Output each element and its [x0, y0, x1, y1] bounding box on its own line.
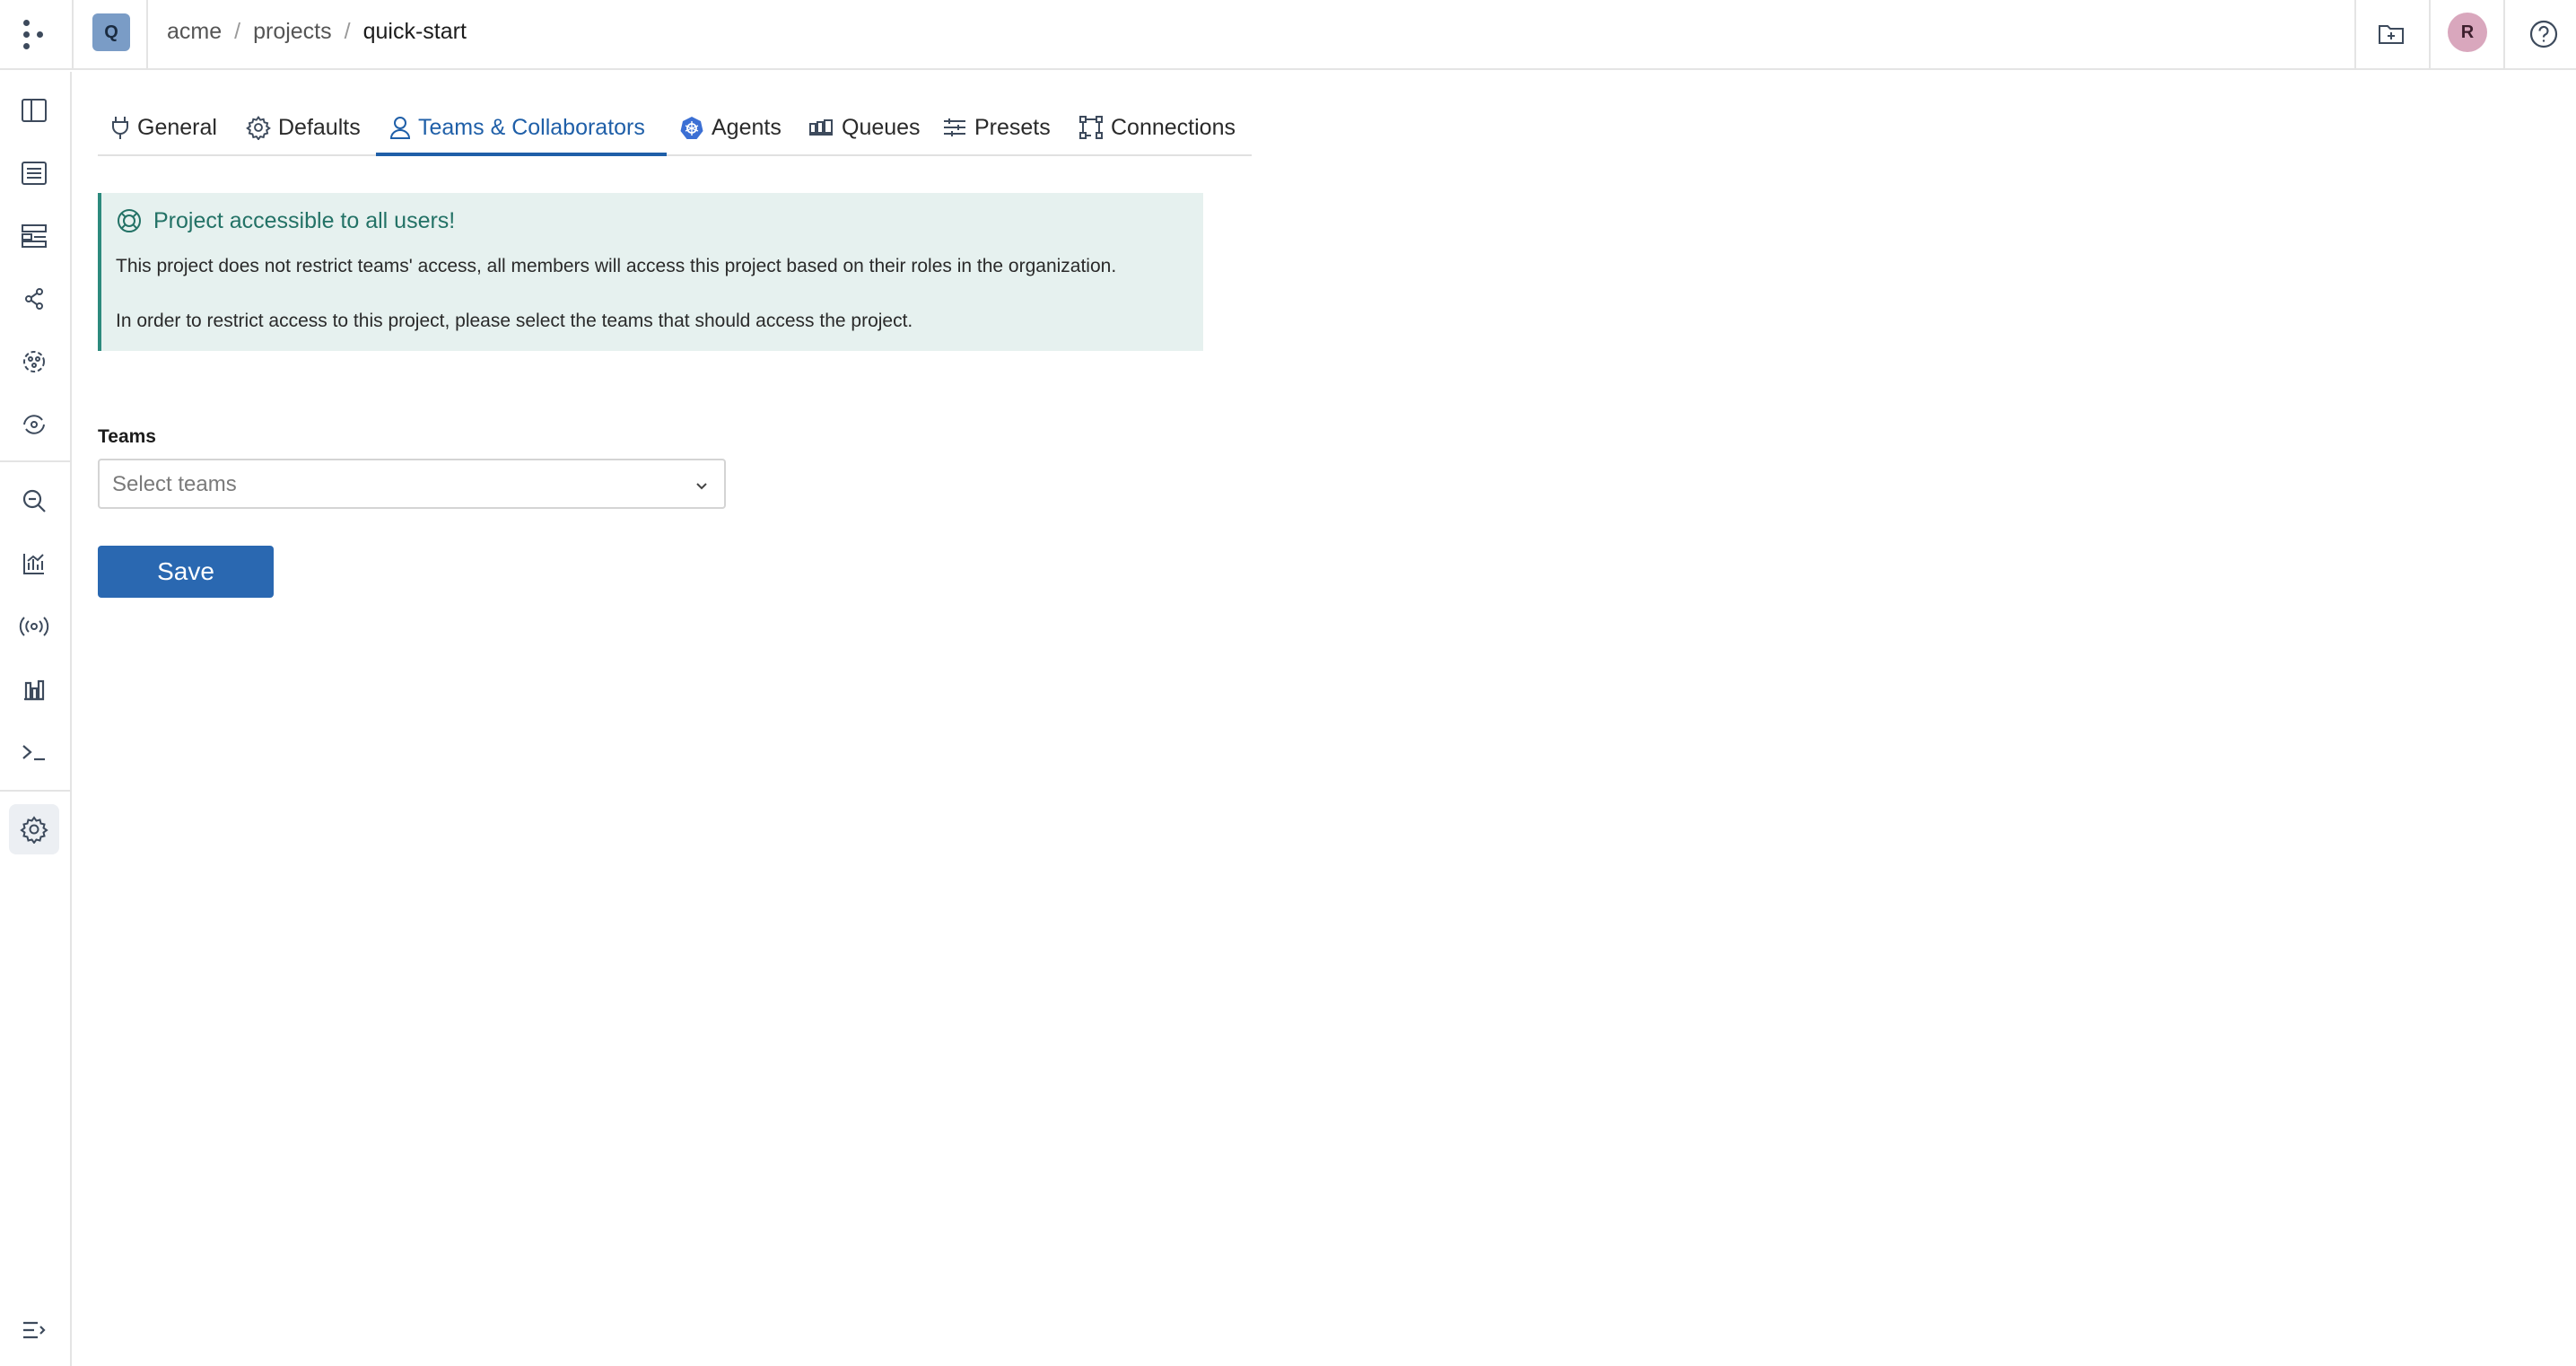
list-icon [22, 162, 47, 185]
sliders-icon [944, 118, 965, 136]
tab-agents[interactable]: Agents [679, 99, 782, 156]
kubernetes-icon [680, 117, 703, 139]
tab-label: Defaults [278, 114, 361, 140]
sidebar-item-models[interactable] [9, 337, 59, 387]
tab-general[interactable]: General [110, 99, 217, 156]
plug-icon [112, 117, 128, 139]
breadcrumb-separator: / [234, 18, 241, 44]
left-sidebar [0, 72, 72, 1366]
sidebar-divider [0, 790, 70, 792]
layout-icon [22, 224, 47, 248]
search-icon [22, 489, 46, 512]
tab-label: Teams & Collaborators [418, 114, 645, 140]
eye-cycle-icon [23, 415, 45, 434]
alert-message-line: In order to restrict access to this proj… [116, 311, 913, 331]
user-icon [389, 117, 411, 139]
sidebar-item-terminal[interactable] [9, 727, 59, 777]
sidebar-item-analytics[interactable] [9, 539, 59, 589]
sidebar-item-runs[interactable] [9, 148, 59, 198]
brain-icon [23, 351, 45, 372]
teams-select-placeholder: Select teams [112, 472, 237, 496]
tab-queues[interactable]: Queues [808, 99, 921, 156]
header-divider [2354, 0, 2356, 70]
header-divider [2503, 0, 2505, 70]
broadcast-icon [19, 617, 49, 636]
settings-tabs: General Defaults Teams & Collaborators A… [98, 99, 1252, 156]
breadcrumb: acme / projects / quick-start [167, 16, 467, 47]
breadcrumb-item-projects[interactable]: projects [253, 19, 332, 45]
header-divider [2429, 0, 2431, 70]
sidebar-item-search[interactable] [9, 476, 59, 526]
top-header: Q acme / projects / quick-start R [0, 0, 2576, 70]
breadcrumb-item-org[interactable]: acme [167, 19, 222, 45]
teams-field-label: Teams [98, 426, 156, 447]
collapse-menu-icon [23, 1321, 46, 1339]
apps-grid-icon[interactable] [20, 16, 47, 52]
alert-message-line: This project does not restrict teams' ac… [116, 256, 1117, 276]
sidebar-divider [0, 460, 70, 462]
graph-icon [25, 288, 43, 310]
alert-title-text: Project accessible to all users! [153, 207, 456, 233]
sidebar-item-settings[interactable] [9, 804, 59, 854]
tab-presets[interactable]: Presets [942, 99, 1051, 156]
breadcrumb-item-current: quick-start [362, 18, 467, 44]
alert-title: Project accessible to all users! [116, 207, 455, 234]
sidebar-item-streams[interactable] [9, 601, 59, 652]
new-folder-icon[interactable] [2371, 14, 2411, 54]
life-ring-icon [118, 209, 141, 232]
tab-label: Connections [1111, 114, 1236, 140]
project-avatar[interactable]: Q [92, 13, 130, 51]
tab-label: Queues [842, 114, 921, 140]
breadcrumb-separator: / [344, 18, 351, 44]
sidebar-collapse-button[interactable] [9, 1305, 59, 1355]
terminal-icon [22, 745, 45, 761]
tab-teams-collaborators[interactable]: Teams & Collaborators [389, 99, 645, 156]
sidebar-item-components[interactable] [9, 211, 59, 261]
teams-select[interactable]: Select teams [98, 459, 726, 509]
user-avatar[interactable]: R [2448, 13, 2487, 52]
sidebar-item-monitoring[interactable] [9, 399, 59, 450]
tab-defaults[interactable]: Defaults [246, 99, 361, 156]
tab-connections[interactable]: Connections [1078, 99, 1236, 156]
tab-label: Agents [712, 114, 782, 140]
save-button[interactable]: Save [98, 546, 274, 598]
queue-icon [809, 119, 833, 136]
info-alert: Project accessible to all users! This pr… [98, 193, 1203, 351]
chevron-down-icon [696, 483, 707, 490]
tab-label: General [137, 114, 217, 140]
book-icon [22, 99, 47, 122]
connections-icon [1079, 116, 1103, 139]
sidebar-item-dashboards[interactable] [9, 664, 59, 714]
gear-icon [246, 115, 271, 140]
sidebar-item-overview[interactable] [9, 85, 59, 136]
active-tab-indicator [376, 153, 667, 156]
chart-icon [23, 554, 44, 574]
header-divider [146, 0, 148, 70]
tab-label: Presets [974, 114, 1051, 140]
help-icon[interactable] [2524, 14, 2563, 54]
sidebar-item-lineage[interactable] [9, 274, 59, 324]
gear-icon [20, 816, 48, 844]
bar-chart-icon [24, 679, 45, 701]
header-divider [72, 0, 74, 70]
